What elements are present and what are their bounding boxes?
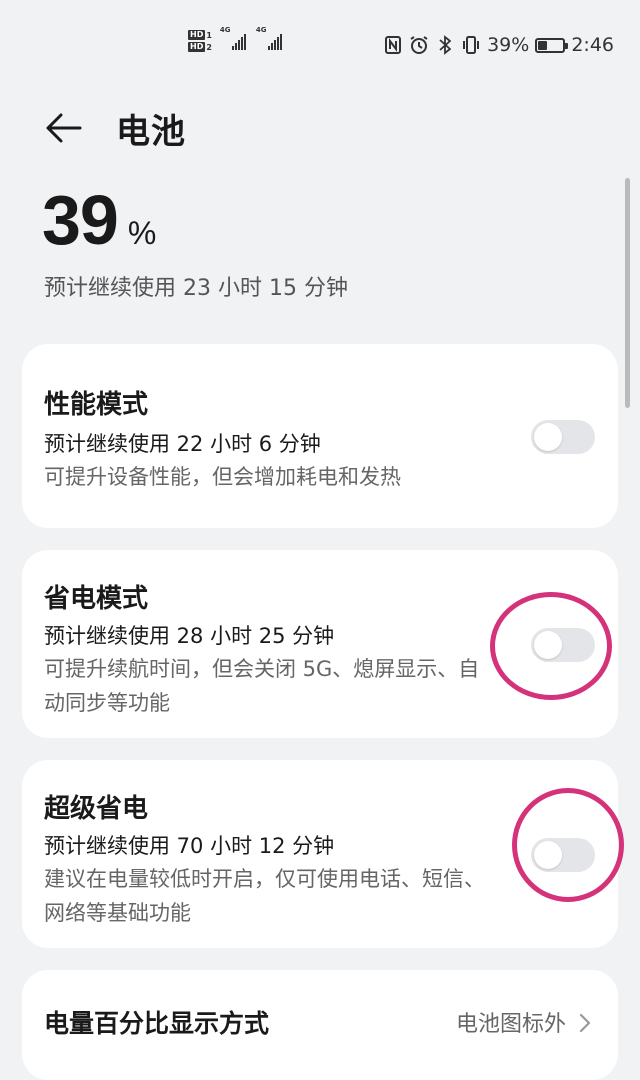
percent-display-label: 电量百分比显示方式 <box>44 1009 270 1038</box>
mode-description: 建议在电量较低时开启，仅可使用电话、短信、网络等基础功能 <box>44 867 485 925</box>
battery-icon <box>535 37 569 53</box>
battery-remaining: 预计继续使用 23 小时 15 分钟 <box>44 276 348 301</box>
battery-level-unit: % <box>127 215 157 251</box>
back-button[interactable] <box>44 108 84 148</box>
nfc-icon <box>383 35 403 55</box>
mode-description: 可提升续航时间，但会关闭 5G、熄屏显示、自动同步等功能 <box>44 657 480 715</box>
mode-title: 省电模式 <box>44 584 149 614</box>
sim1-hd-icon: HD 1 <box>188 30 212 40</box>
annotation-circle <box>490 592 612 700</box>
sim2-hd-icon: HD 2 <box>188 42 212 52</box>
chevron-right-icon <box>579 1013 591 1033</box>
status-bar: HD 1 HD 2 4G 4G 39% 2:46 <box>0 0 640 92</box>
percent-display-value: 电池图标外 <box>455 1012 566 1037</box>
mode-estimate: 预计继续使用 70 小时 12 分钟 <box>44 834 335 858</box>
annotation-circle <box>512 788 624 902</box>
toggle-knob <box>534 423 562 451</box>
mode-estimate: 预计继续使用 22 小时 6 分钟 <box>44 432 321 456</box>
mode-title: 超级省电 <box>44 794 149 824</box>
arrow-left-icon <box>46 113 82 143</box>
sim-indicators: HD 1 HD 2 <box>188 30 212 52</box>
battery-level: 39 % <box>42 180 156 260</box>
signal-2-icon: 4G <box>256 26 286 50</box>
performance-mode-card: 性能模式 预计继续使用 22 小时 6 分钟 可提升设备性能，但会增加耗电和发热 <box>22 344 618 528</box>
status-right: 39% 2:46 <box>383 34 614 56</box>
status-left: HD 1 HD 2 4G 4G <box>188 26 286 52</box>
battery-percent: 39% <box>487 34 530 56</box>
bluetooth-icon <box>435 35 455 55</box>
signal-1-icon: 4G <box>220 26 248 50</box>
battery-fill <box>538 40 548 50</box>
mode-title: 性能模式 <box>44 390 149 420</box>
mode-description: 可提升设备性能，但会增加耗电和发热 <box>44 465 401 489</box>
clock: 2:46 <box>571 34 614 56</box>
percent-display-row[interactable]: 电量百分比显示方式 电池图标外 <box>22 970 618 1080</box>
performance-mode-toggle[interactable] <box>531 420 595 454</box>
scrollbar[interactable] <box>625 178 630 408</box>
page-title: 电池 <box>116 112 186 152</box>
alarm-icon <box>409 35 429 55</box>
mode-estimate: 预计继续使用 28 小时 25 分钟 <box>44 624 335 648</box>
battery-level-value: 39 <box>42 181 119 259</box>
vibrate-icon <box>461 35 481 55</box>
